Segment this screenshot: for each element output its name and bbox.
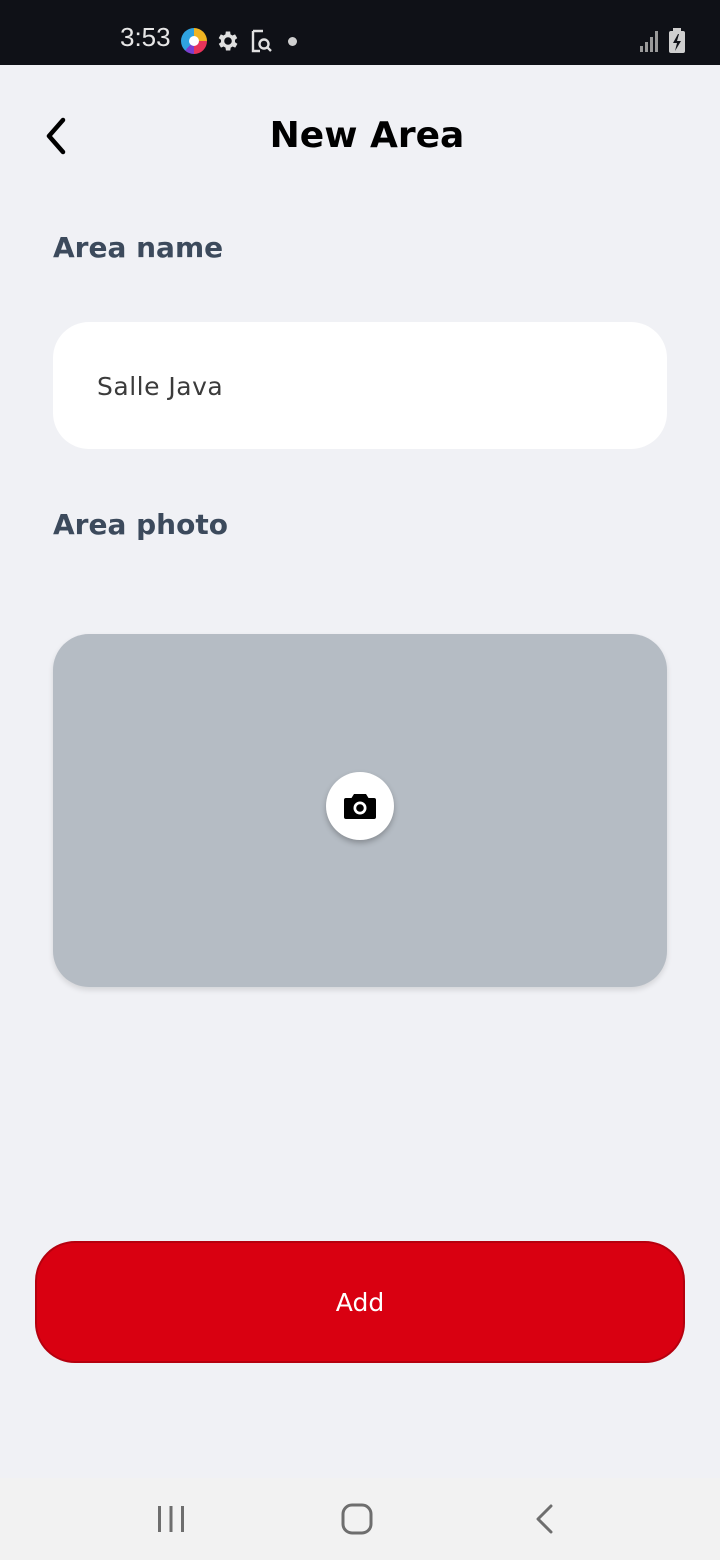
- status-time: 3:53: [120, 22, 171, 52]
- navigation-bar: [0, 1478, 720, 1560]
- area-name-field[interactable]: [53, 322, 667, 449]
- screenshot-search-icon: [251, 29, 272, 53]
- gear-icon: [218, 31, 238, 51]
- camera-icon: [344, 794, 376, 819]
- area-photo-label: Area photo: [53, 508, 228, 541]
- add-button[interactable]: Add: [35, 1241, 685, 1363]
- recent-apps-icon[interactable]: [155, 1504, 187, 1534]
- home-icon[interactable]: [340, 1502, 374, 1536]
- area-name-label: Area name: [53, 231, 224, 264]
- new-area-screen: 3:53 New Area Area name Salle Java Area …: [0, 0, 720, 1560]
- area-name-input[interactable]: [97, 362, 627, 410]
- camera-button[interactable]: [326, 772, 394, 840]
- signal-icon: [640, 31, 658, 52]
- dot-icon: [288, 37, 297, 46]
- back-icon[interactable]: [533, 1502, 557, 1536]
- status-bar: 3:53: [0, 0, 720, 65]
- battery-charging-icon: [669, 28, 685, 53]
- area-photo-placeholder[interactable]: [53, 634, 667, 987]
- page-title: New Area: [269, 115, 465, 156]
- app-notification-icon: [181, 28, 207, 54]
